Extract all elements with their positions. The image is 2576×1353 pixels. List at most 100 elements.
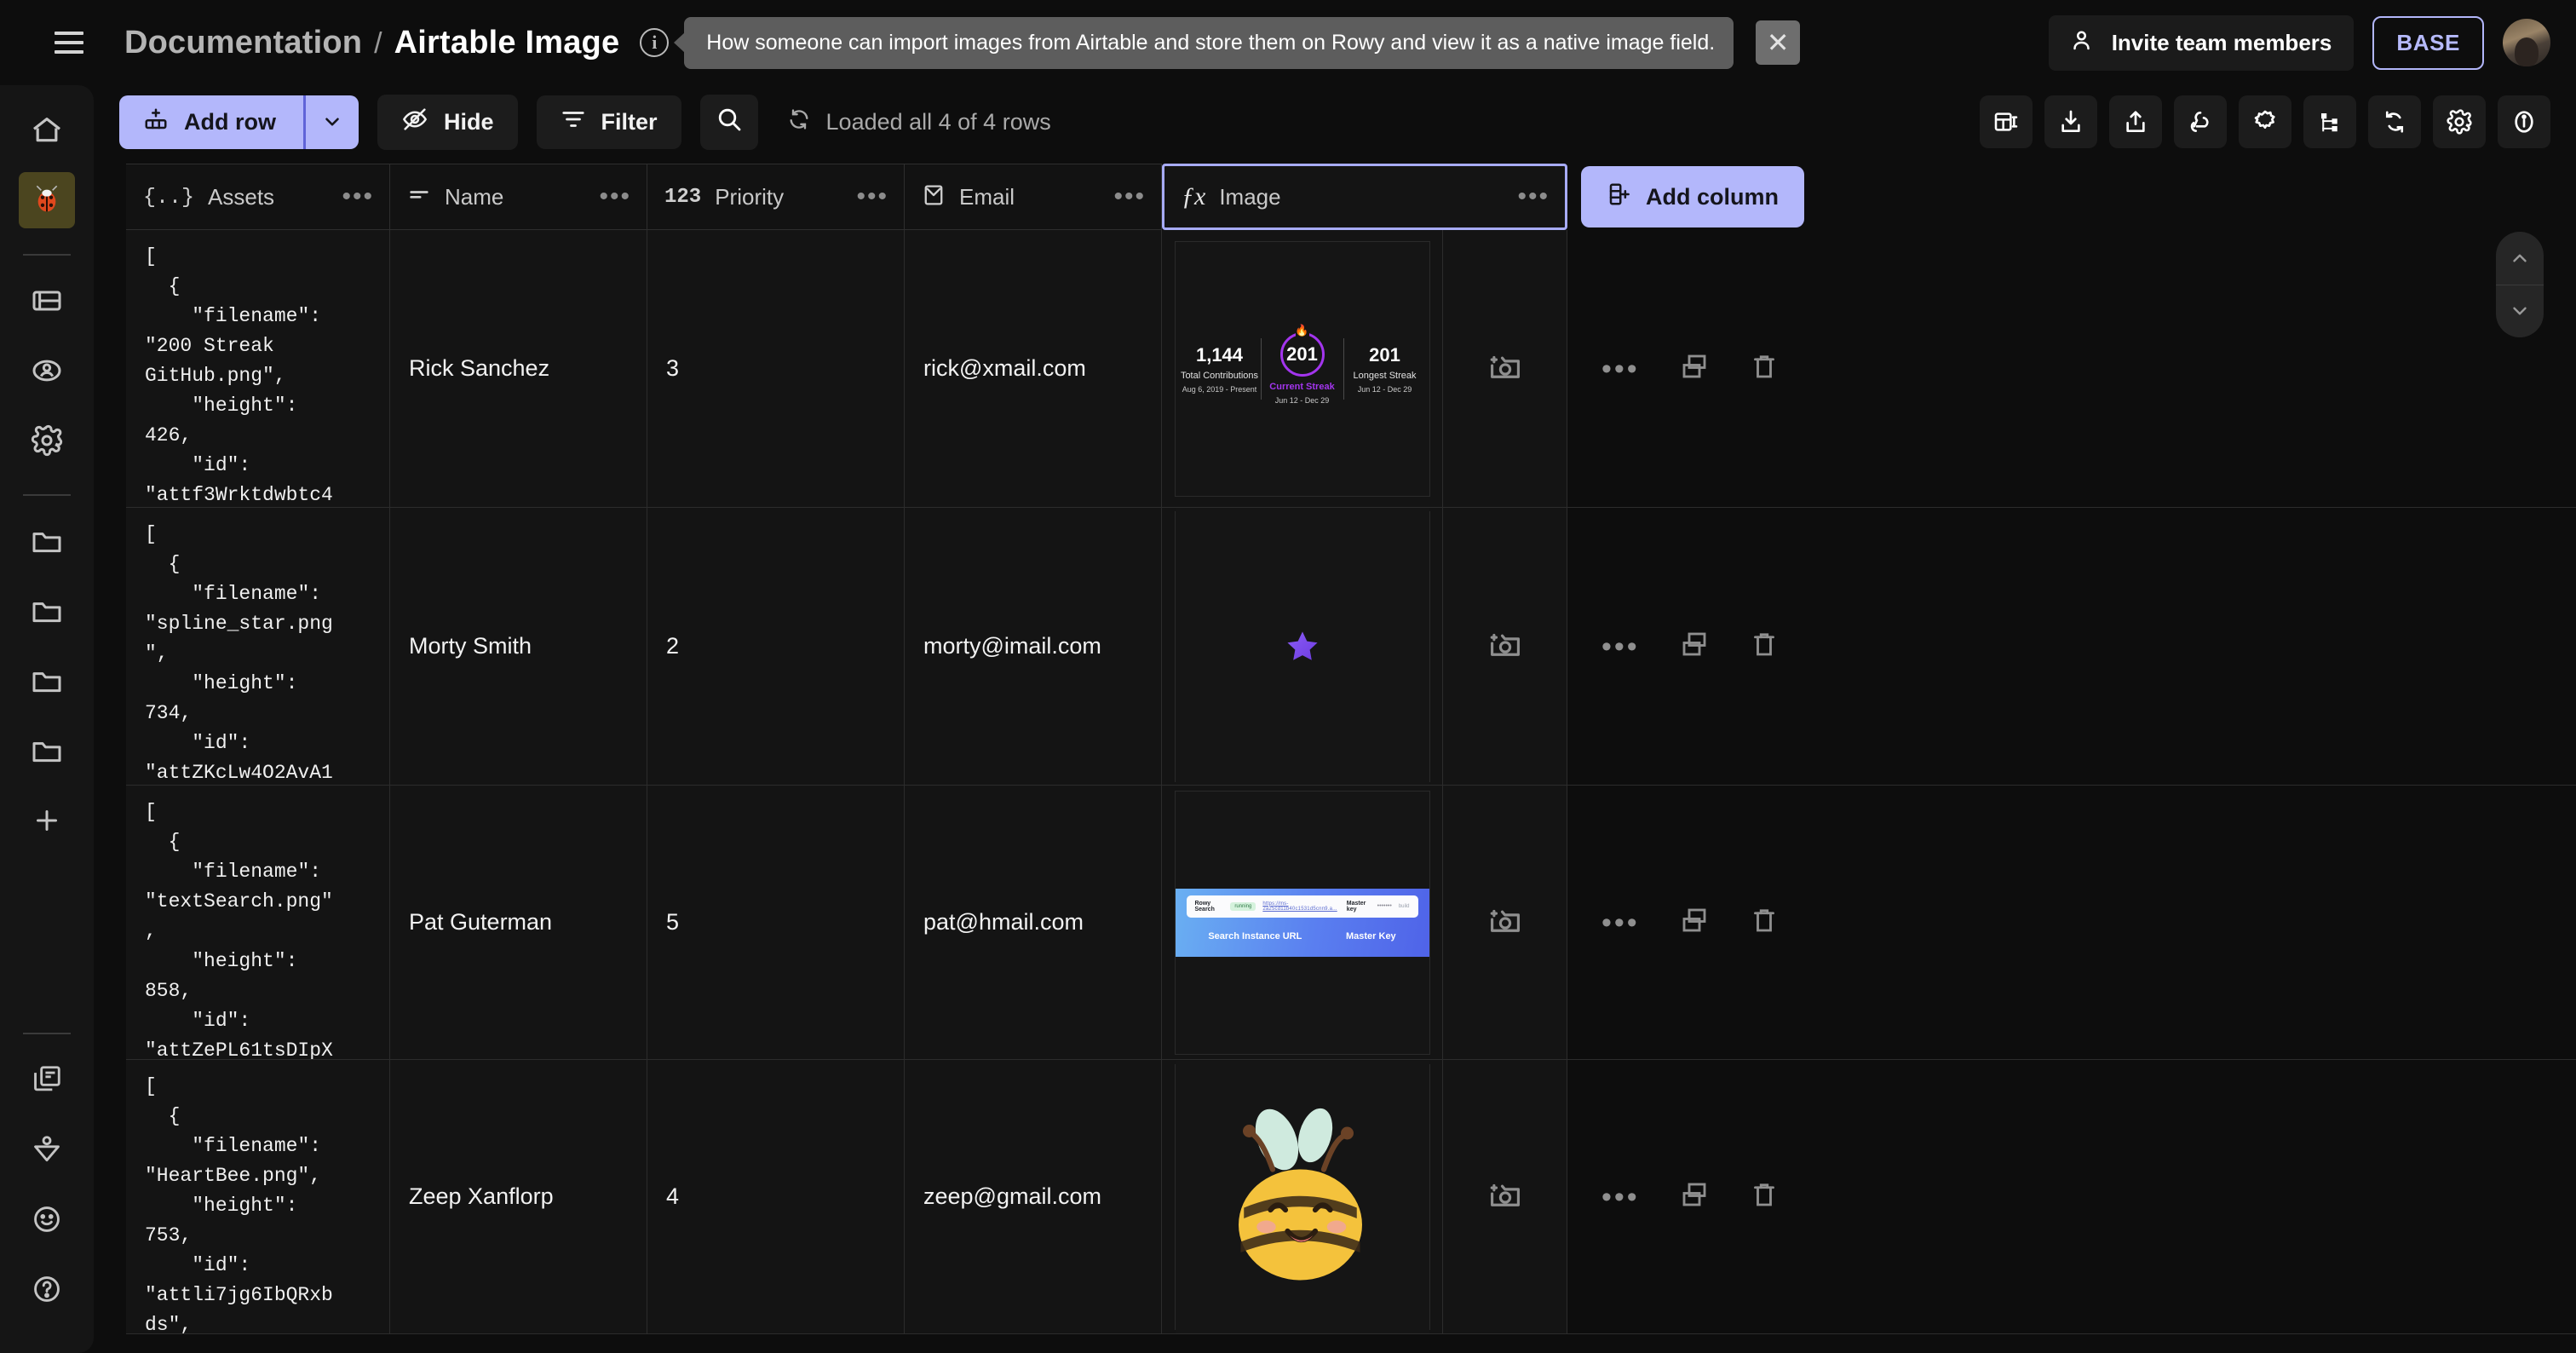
sidebar-item-folder-1[interactable] xyxy=(19,513,75,569)
duplicate-row-icon[interactable] xyxy=(1679,629,1710,664)
cell-email[interactable]: zeep@gmail.com xyxy=(905,1060,1162,1333)
sidebar-item-learn[interactable] xyxy=(19,1121,75,1177)
table-toolbar: Add row Hide Filter xyxy=(0,85,2576,158)
row-height-icon[interactable] xyxy=(1980,95,2033,148)
sidebar-item-folder-3[interactable] xyxy=(19,653,75,709)
cell-priority[interactable]: 3 xyxy=(647,230,905,507)
longest-value: 201 xyxy=(1369,344,1400,366)
duplicate-row-icon[interactable] xyxy=(1679,1179,1710,1214)
duplicate-row-icon[interactable] xyxy=(1679,905,1710,940)
sidebar-item-members[interactable] xyxy=(19,343,75,399)
chevron-down-icon[interactable] xyxy=(2496,285,2544,338)
cell-name[interactable]: Morty Smith xyxy=(390,508,647,785)
hide-fields-button[interactable]: Hide xyxy=(377,95,518,150)
image-thumbnail[interactable]: Rowy Search running https://ms-2a25cd11b… xyxy=(1175,791,1430,1055)
add-photo-icon[interactable] xyxy=(1487,626,1523,666)
hamburger-icon[interactable] xyxy=(49,23,89,62)
image-thumbnail[interactable] xyxy=(1175,1064,1430,1330)
invite-team-members-button[interactable]: Invite team members xyxy=(2049,15,2355,71)
column-header-assets[interactable]: {..} Assets ••• xyxy=(126,164,390,230)
delete-row-icon[interactable] xyxy=(1749,905,1780,940)
sync-icon[interactable] xyxy=(2368,95,2421,148)
cell-name[interactable]: Pat Guterman xyxy=(390,786,647,1059)
filter-icon xyxy=(561,107,586,138)
add-photo-icon[interactable] xyxy=(1487,902,1523,942)
cell-name[interactable]: Zeep Xanflorp xyxy=(390,1060,647,1333)
delete-row-icon[interactable] xyxy=(1749,351,1780,386)
cell-name[interactable]: Rick Sanchez xyxy=(390,230,647,507)
import-icon[interactable] xyxy=(2044,95,2097,148)
add-row-group: Add row xyxy=(119,95,359,149)
cell-upload-image[interactable] xyxy=(1443,230,1567,507)
column-header-priority[interactable]: 123 Priority ••• xyxy=(647,164,905,230)
master-key-label: Master key xyxy=(1347,901,1371,913)
delete-row-icon[interactable] xyxy=(1749,1179,1780,1214)
sidebar-item-docs[interactable] xyxy=(19,1051,75,1108)
breadcrumb-parent[interactable]: Documentation xyxy=(124,25,362,61)
add-photo-icon[interactable] xyxy=(1487,1177,1523,1217)
duplicate-row-icon[interactable] xyxy=(1679,351,1710,386)
image-thumbnail[interactable] xyxy=(1175,511,1430,782)
add-photo-icon[interactable] xyxy=(1487,348,1523,389)
cell-upload-image[interactable] xyxy=(1443,1060,1567,1333)
cell-assets[interactable]: [ { "filename": "200 Streak GitHub.png",… xyxy=(126,230,390,507)
image-thumbnail[interactable]: 1,144 Total Contributions Aug 6, 2019 - … xyxy=(1175,241,1430,497)
cell-image[interactable]: Rowy Search running https://ms-2a25cd11b… xyxy=(1162,786,1443,1059)
base-button[interactable]: BASE xyxy=(2372,16,2484,70)
cell-assets[interactable]: [ { "filename": "HeartBee.png", "height"… xyxy=(126,1060,390,1333)
cell-priority[interactable]: 5 xyxy=(647,786,905,1059)
export-icon[interactable] xyxy=(2109,95,2162,148)
cloud-logs-icon[interactable] xyxy=(2303,95,2356,148)
filter-button[interactable]: Filter xyxy=(537,95,681,149)
grid-body: [ { "filename": "200 Streak GitHub.png",… xyxy=(126,230,2576,1334)
chevron-down-icon[interactable] xyxy=(306,95,359,149)
add-row-button[interactable]: Add row xyxy=(119,95,303,149)
current-range: Jun 12 - Dec 29 xyxy=(1275,396,1330,405)
sidebar-item-project[interactable] xyxy=(19,172,75,228)
toolbar-right-icons xyxy=(1980,95,2550,148)
sidebar-item-folder-4[interactable] xyxy=(19,723,75,779)
sidebar-item-tables[interactable] xyxy=(19,273,75,329)
cell-image[interactable] xyxy=(1162,1060,1443,1333)
column-header-image[interactable]: ƒx Image ••• xyxy=(1162,164,1567,230)
current-streak-block: 🔥 201 Current Streak Jun 12 - Dec 29 xyxy=(1262,332,1343,405)
avatar[interactable] xyxy=(2503,19,2550,66)
annotation-search-url: Search Instance URL xyxy=(1208,931,1302,941)
sidebar-item-folder-2[interactable] xyxy=(19,583,75,639)
cell-email[interactable]: pat@hmail.com xyxy=(905,786,1162,1059)
extensions-icon[interactable] xyxy=(2239,95,2291,148)
chevron-up-icon[interactable] xyxy=(2496,232,2544,285)
column-header-email[interactable]: Email ••• xyxy=(905,164,1162,230)
instance-url: https://ms-2a25cd11b40c1531d5cnn9.a... xyxy=(1262,901,1339,912)
longest-streak-block: 201 Longest Streak Jun 12 - Dec 29 xyxy=(1344,344,1426,394)
close-icon[interactable]: ✕ xyxy=(1756,20,1800,65)
streak-ring: 🔥 201 xyxy=(1280,332,1325,377)
delete-row-icon[interactable] xyxy=(1749,629,1780,664)
cell-assets[interactable]: [ { "filename": "spline_star.png ", "hei… xyxy=(126,508,390,785)
add-column-button[interactable]: Add column xyxy=(1581,166,1804,227)
table-row: [ { "filename": "textSearch.png" , "heig… xyxy=(126,786,2576,1060)
cell-upload-image[interactable] xyxy=(1443,508,1567,785)
cell-assets[interactable]: [ { "filename": "textSearch.png" , "heig… xyxy=(126,786,390,1059)
sidebar-item-settings[interactable] xyxy=(19,412,75,469)
info-icon[interactable] xyxy=(2498,95,2550,148)
sidebar-item-feedback[interactable] xyxy=(19,1191,75,1247)
webhooks-icon[interactable] xyxy=(2174,95,2227,148)
sidebar-item-help[interactable] xyxy=(19,1261,75,1317)
divider xyxy=(23,1033,71,1034)
search-button[interactable] xyxy=(700,95,758,150)
cell-email[interactable]: morty@imail.com xyxy=(905,508,1162,785)
cell-image[interactable] xyxy=(1162,508,1443,785)
email-icon xyxy=(922,182,946,212)
sidebar-item-home[interactable] xyxy=(19,102,75,158)
info-icon[interactable]: i xyxy=(640,28,669,57)
cell-email[interactable]: rick@xmail.com xyxy=(905,230,1162,507)
settings-gear-icon[interactable] xyxy=(2433,95,2486,148)
longest-range: Jun 12 - Dec 29 xyxy=(1358,385,1412,394)
sidebar-item-add[interactable] xyxy=(19,792,75,849)
cell-image[interactable]: 1,144 Total Contributions Aug 6, 2019 - … xyxy=(1162,230,1443,507)
cell-priority[interactable]: 4 xyxy=(647,1060,905,1333)
cell-upload-image[interactable] xyxy=(1443,786,1567,1059)
column-header-name[interactable]: Name ••• xyxy=(390,164,647,230)
cell-priority[interactable]: 2 xyxy=(647,508,905,785)
